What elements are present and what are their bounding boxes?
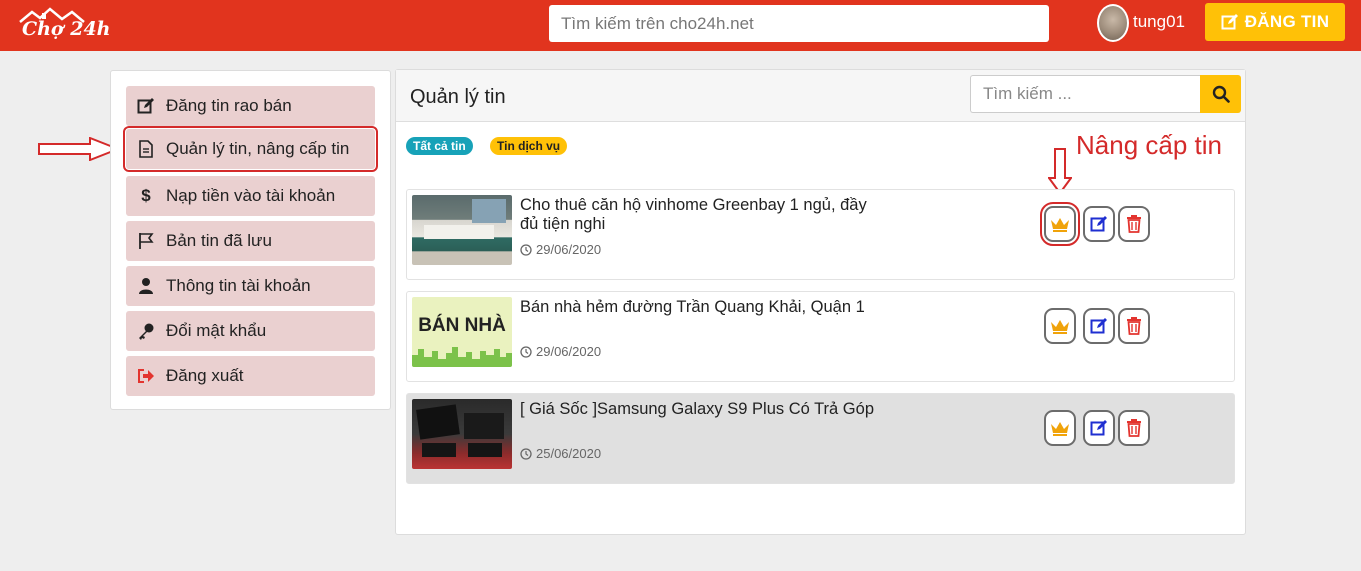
annotation-arrow-right-icon [38, 137, 120, 161]
listing-item[interactable]: BÁN NHÀ Bán nhà hẻm đường Trần Quang Khả… [406, 291, 1235, 382]
listing-search-input[interactable] [970, 75, 1200, 113]
crown-icon [1051, 218, 1069, 232]
edit-button[interactable] [1083, 206, 1115, 242]
edit-icon [1090, 420, 1107, 436]
upgrade-button[interactable] [1044, 410, 1076, 446]
edit-icon [126, 97, 166, 115]
sidebar-item-top-up[interactable]: $ Nạp tiền vào tài khoản [126, 176, 375, 216]
annotation-arrow-down-icon [1048, 148, 1072, 194]
edit-button[interactable] [1083, 410, 1115, 446]
listing-thumbnail[interactable]: BÁN NHÀ [412, 297, 512, 367]
avatar[interactable] [1097, 4, 1129, 42]
sidebar-item-logout[interactable]: Đăng xuất [126, 356, 375, 396]
listing-item[interactable]: Cho thuê căn hộ vinhome Greenbay 1 ngủ, … [406, 189, 1235, 280]
account-sidebar: Đăng tin rao bán Quản lý tin, nâng cấp t… [110, 70, 391, 410]
sidebar-item-label: Quản lý tin, nâng cấp tin [166, 139, 350, 158]
document-icon [126, 140, 166, 158]
sidebar-item-label: Bản tin đã lưu [166, 231, 272, 250]
listing-title[interactable]: [ Giá Sốc ]Samsung Galaxy S9 Plus Có Trả… [520, 400, 880, 419]
upgrade-annotation-label: Nâng cấp tin [1076, 130, 1222, 160]
site-logo[interactable]: Chợ 24h [18, 4, 113, 44]
delete-button[interactable] [1118, 206, 1150, 242]
clock-icon [520, 243, 532, 256]
listing-date: 29/06/2020 [520, 242, 601, 257]
top-navbar: Chợ 24h tung01 ĐĂNG TIN [0, 0, 1361, 51]
post-listing-button[interactable]: ĐĂNG TIN [1205, 3, 1345, 41]
sidebar-item-manage-listings[interactable]: Quản lý tin, nâng cấp tin [123, 126, 378, 172]
sidebar-item-saved[interactable]: Bản tin đã lưu [126, 221, 375, 261]
trash-icon [1127, 419, 1141, 437]
listing-thumbnail[interactable] [412, 195, 512, 265]
trash-icon [1127, 317, 1141, 335]
listing-item[interactable]: [ Giá Sốc ]Samsung Galaxy S9 Plus Có Trả… [406, 393, 1235, 484]
crown-icon [1051, 422, 1069, 436]
sidebar-item-label: Nạp tiền vào tài khoản [166, 186, 336, 205]
post-listing-label: ĐĂNG TIN [1244, 12, 1330, 31]
upgrade-button[interactable] [1040, 202, 1080, 246]
search-button[interactable] [1200, 75, 1241, 113]
page-title: Quản lý tin [410, 86, 506, 108]
listing-thumbnail[interactable] [412, 399, 512, 469]
crown-icon [1051, 320, 1069, 334]
dollar-icon: $ [141, 186, 151, 205]
username[interactable]: tung01 [1133, 12, 1185, 32]
flag-icon [126, 232, 166, 250]
delete-button[interactable] [1118, 410, 1150, 446]
filter-badge-all[interactable]: Tất cả tin [406, 137, 473, 155]
sidebar-item-change-password[interactable]: Đổi mật khẩu [126, 311, 375, 351]
sidebar-item-label: Thông tin tài khoản [166, 276, 311, 295]
search-icon [1212, 85, 1230, 103]
clock-icon [520, 447, 532, 460]
sign-out-icon [126, 368, 166, 384]
key-icon [126, 322, 166, 340]
edit-icon [1090, 216, 1107, 232]
sidebar-item-label: Đổi mật khẩu [166, 321, 267, 340]
user-icon [126, 277, 166, 295]
listing-date-text: 29/06/2020 [536, 344, 602, 359]
logo-text: Chợ 24h [22, 18, 111, 40]
sidebar-item-label: Đăng xuất [166, 366, 244, 385]
trash-icon [1127, 215, 1141, 233]
sidebar-item-label: Đăng tin rao bán [166, 96, 292, 115]
listing-title[interactable]: Cho thuê căn hộ vinhome Greenbay 1 ngủ, … [520, 196, 880, 234]
global-search-input[interactable] [549, 5, 1049, 42]
listing-date: 25/06/2020 [520, 446, 601, 461]
listing-management-panel: Quản lý tin Tất cả tin Tin dịch vụ Nâng … [395, 69, 1246, 535]
edit-button[interactable] [1083, 308, 1115, 344]
listing-title[interactable]: Bán nhà hẻm đường Trần Quang Khải, Quận … [520, 298, 880, 317]
panel-header: Quản lý tin [396, 70, 1245, 122]
clock-icon [520, 345, 532, 358]
listing-date-text: 25/06/2020 [536, 446, 602, 461]
sidebar-item-post-listing[interactable]: Đăng tin rao bán [126, 86, 375, 126]
edit-icon [1090, 318, 1107, 334]
upgrade-button[interactable] [1044, 308, 1076, 344]
delete-button[interactable] [1118, 308, 1150, 344]
listing-date-text: 29/06/2020 [536, 242, 602, 257]
edit-icon [1221, 14, 1238, 30]
filter-badge-service[interactable]: Tin dịch vụ [490, 137, 568, 155]
sidebar-item-account-info[interactable]: Thông tin tài khoản [126, 266, 375, 306]
listing-date: 29/06/2020 [520, 344, 601, 359]
